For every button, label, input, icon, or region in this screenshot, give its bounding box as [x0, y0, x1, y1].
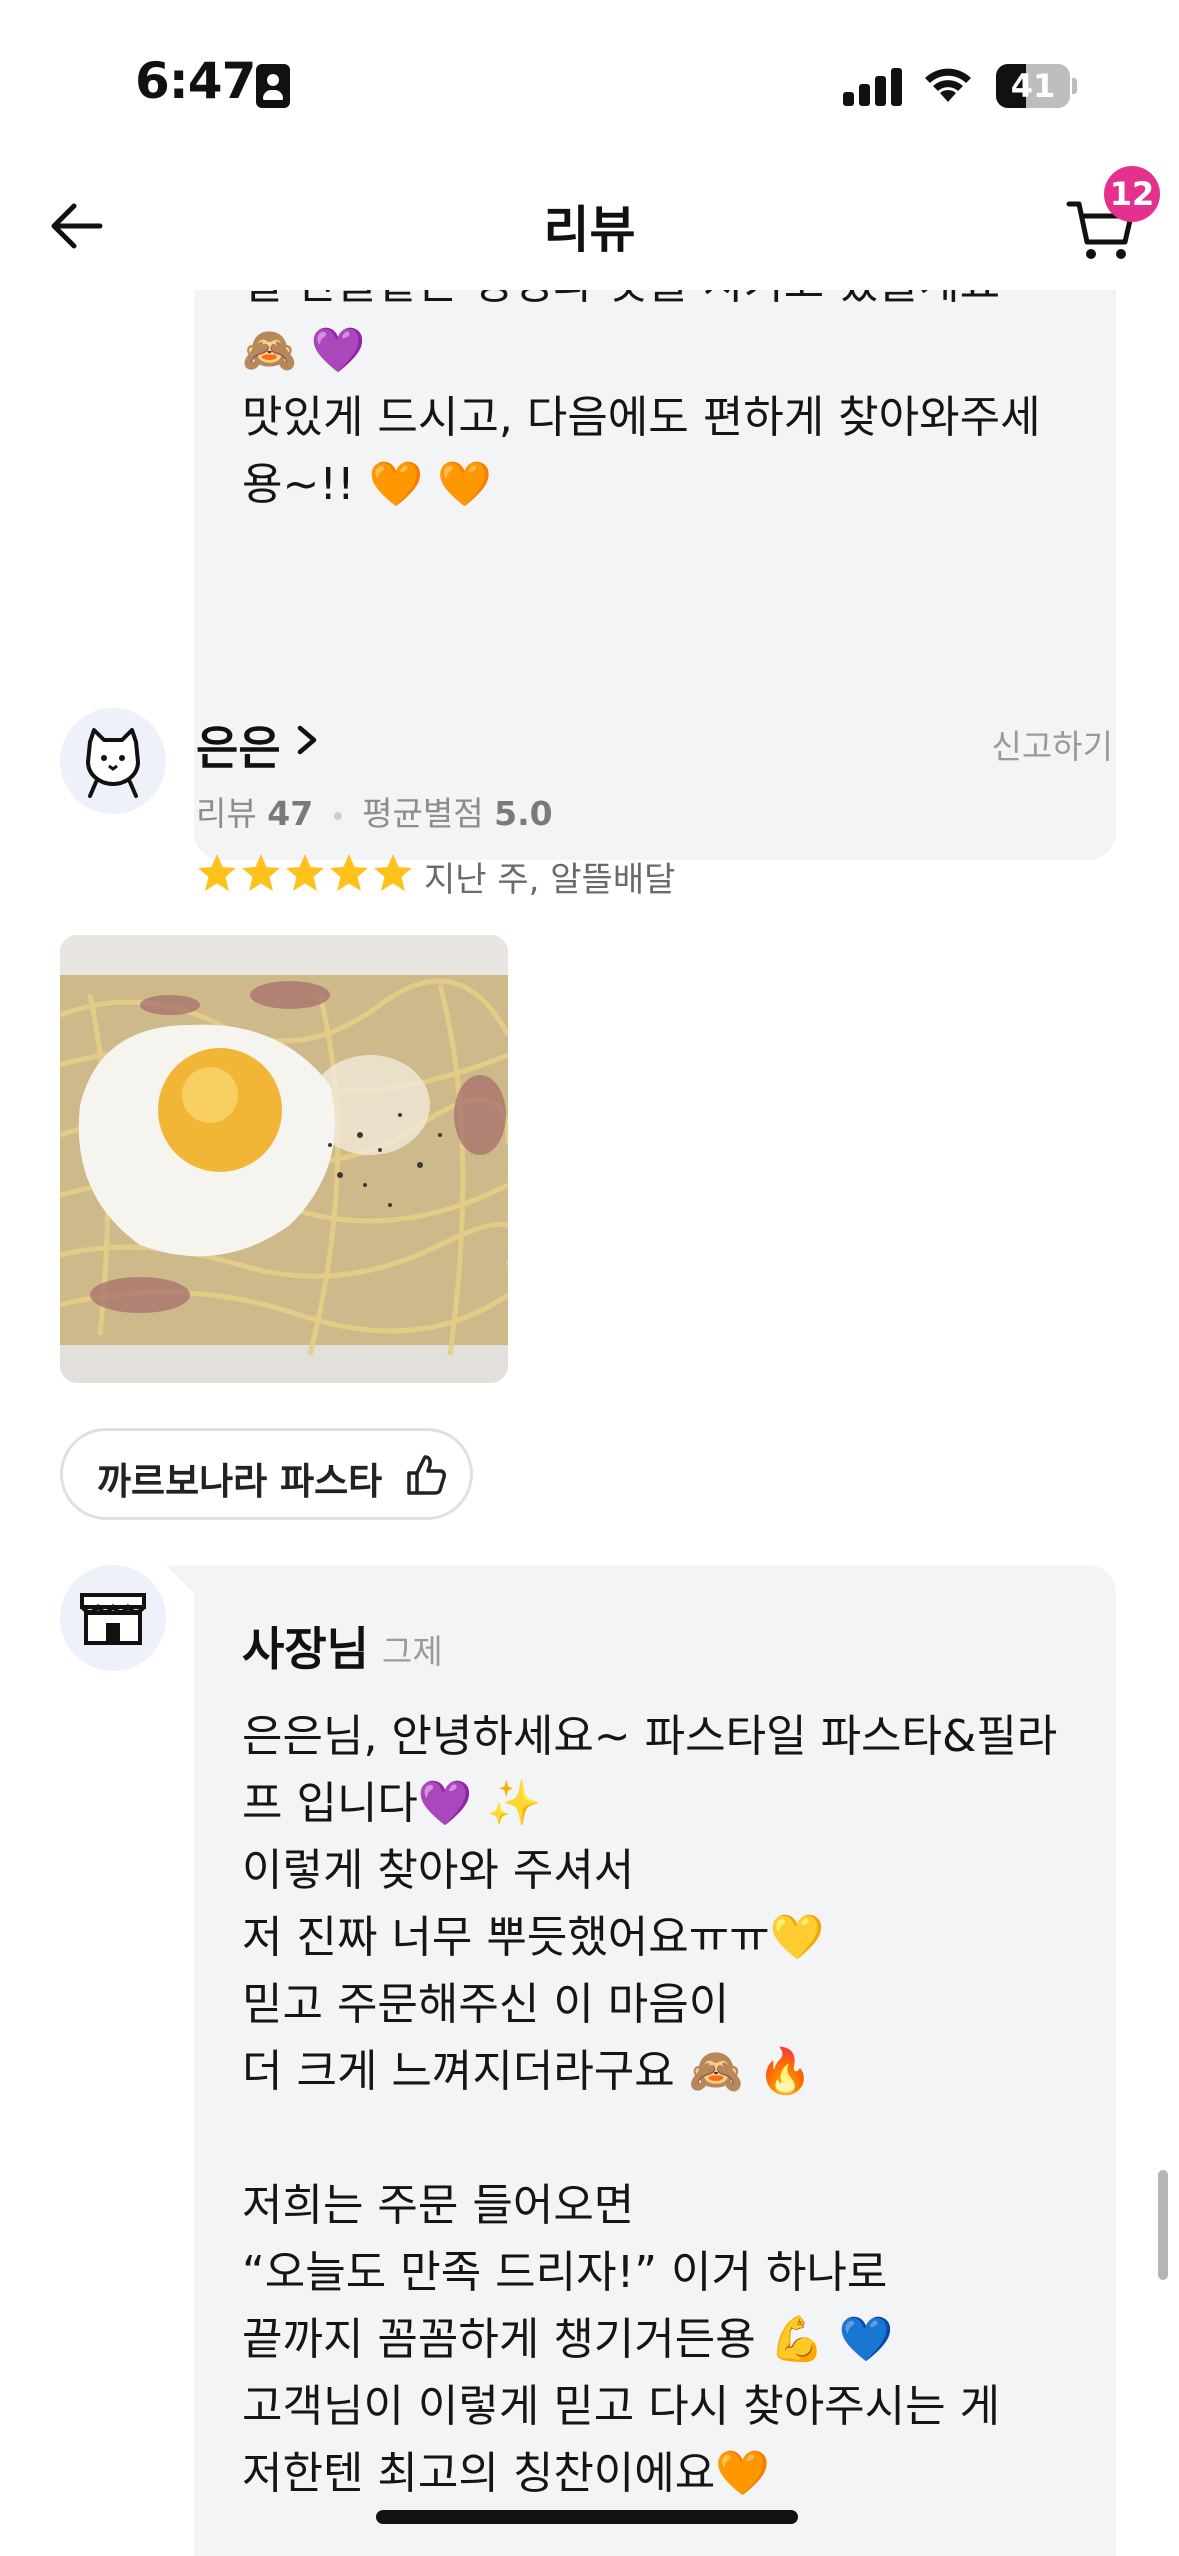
star-icon [242, 854, 280, 891]
wifi-icon [925, 68, 971, 102]
reviewer-name[interactable]: 은은 [196, 712, 281, 778]
owner-reply-text: 은은님, 안녕하세요~ 파스타일 파스타&필라 프 입니다💜 ✨ 이렇게 찾아와… [242, 1711, 1058, 2499]
owner-reply-bubble: 사장님 그제 은은님, 안녕하세요~ 파스타일 파스타&필라 프 입니다💜 ✨ … [166, 1565, 1116, 2556]
status-time: 6:47 [135, 52, 256, 110]
reviewer-stats: 리뷰 47 평균별점 5.0 [196, 787, 553, 835]
report-link[interactable]: 신고하기 [992, 720, 1113, 768]
owner-name: 사장님 [242, 1622, 369, 1676]
star-icon [286, 854, 324, 891]
page-title: 리뷰 [543, 201, 636, 259]
menu-chip[interactable]: 까르보나라 파스타 [60, 1428, 473, 1520]
cellular-signal-icon [843, 66, 903, 106]
cat-avatar-icon[interactable] [60, 708, 166, 814]
review-count: 47 [267, 794, 314, 833]
thumbs-up-icon [407, 1455, 446, 1495]
avg-rating-value: 5.0 [494, 794, 553, 833]
owner-reply-time: 그제 [382, 1632, 443, 1671]
home-indicator[interactable] [376, 2510, 798, 2524]
contact-card-icon [256, 64, 290, 108]
menu-chip-label: 까르보나라 파스타 [97, 1460, 383, 1503]
review-screen: 6:47 41 리뷰 12 🙈 💜 맛있게 드시고, 다음에도 편하게 찾아와주… [0, 0, 1179, 2556]
battery-icon: 41 [996, 64, 1077, 108]
previous-owner-reply-bubble: 걸 한끌같은 정성과 맛을 지키고 있을게요 🙈 💜 맛있게 드시고, 다음에도… [194, 290, 1116, 860]
scrollbar[interactable] [1158, 2170, 1168, 2280]
carbonara-pasta-photo[interactable] [60, 935, 508, 1383]
avg-rating-label: 평균별점 [362, 794, 484, 833]
review-list[interactable]: 걸 한끌같은 정성과 맛을 지키고 있을게요 🙈 💜 맛있게 드시고, 다음에도… [0, 290, 1179, 2556]
status-bar: 6:47 41 [0, 0, 1179, 160]
nav-header: 리뷰 12 [0, 160, 1179, 290]
review-meta: 지난 주, 알뜰배달 [424, 860, 676, 900]
star-icon [198, 854, 236, 891]
cart-count-badge: 12 [1104, 166, 1160, 222]
star-icon [374, 854, 412, 891]
chevron-right-icon[interactable] [292, 720, 322, 760]
previous-reply-text: 걸 한끌같은 정성과 맛을 지키고 있을게요 🙈 💜 맛있게 드시고, 다음에도… [242, 290, 1041, 510]
battery-level: 41 [1010, 67, 1056, 105]
review-count-label: 리뷰 [196, 794, 257, 833]
store-icon [60, 1565, 166, 1671]
star-rating [196, 852, 416, 896]
star-icon [330, 854, 368, 891]
